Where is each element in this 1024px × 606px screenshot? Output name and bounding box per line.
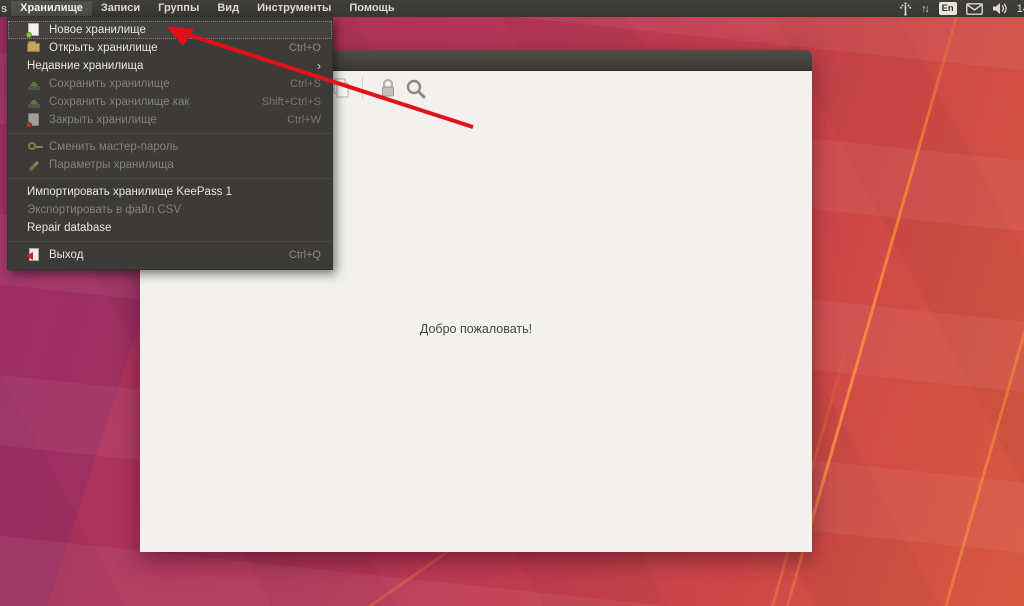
menubar-item-tools[interactable]: Инструменты xyxy=(248,1,340,16)
menu-item-repair-database[interactable]: Repair database xyxy=(8,219,332,237)
menu-separator xyxy=(9,178,331,179)
menubar-item-database[interactable]: Хранилище xyxy=(11,1,92,16)
network-icon[interactable] xyxy=(899,1,912,16)
new-database-icon xyxy=(26,23,41,38)
sync-arrows-icon[interactable]: ↑↓ xyxy=(921,3,930,15)
menu-item-recent-databases[interactable]: Недавние хранилища › xyxy=(8,57,332,75)
save-as-icon xyxy=(27,95,41,109)
menu-item-export-csv[interactable]: Экспортировать в файл CSV xyxy=(8,201,332,219)
menu-item-open-database[interactable]: Открыть хранилище Ctrl+O xyxy=(8,39,332,57)
menu-separator xyxy=(9,133,331,134)
top-panel: s Хранилище Записи Группы Вид Инструмент… xyxy=(0,0,1024,17)
menubar-overflow-text: s xyxy=(1,2,8,15)
menu-item-database-settings[interactable]: Параметры хранилища xyxy=(8,156,332,174)
clock: 14: xyxy=(1016,2,1024,15)
welcome-text: Добро пожаловать! xyxy=(419,321,533,336)
mail-icon[interactable] xyxy=(965,2,983,15)
menubar-item-groups[interactable]: Группы xyxy=(149,1,208,16)
menu-item-save-database-as[interactable]: Сохранить хранилище как Shift+Ctrl+S xyxy=(8,93,332,111)
copy-icon[interactable] xyxy=(330,77,352,99)
menu-item-new-database[interactable]: Новое хранилище xyxy=(8,21,332,39)
close-file-icon xyxy=(26,113,41,128)
submenu-chevron-icon: › xyxy=(317,59,321,73)
database-menu-dropdown: Новое хранилище Открыть хранилище Ctrl+O… xyxy=(7,17,333,270)
keyboard-layout-indicator[interactable]: En xyxy=(938,2,957,15)
menubar-item-help[interactable]: Помощь xyxy=(340,1,403,16)
menu-item-import-keepass1[interactable]: Импортировать хранилище KeePass 1 xyxy=(8,183,332,201)
key-icon xyxy=(27,140,43,154)
toolbar-separator xyxy=(362,77,363,99)
menu-item-quit[interactable]: Выход Ctrl+Q xyxy=(8,246,332,264)
pencil-icon xyxy=(27,158,41,172)
menu-item-close-database[interactable]: Закрыть хранилище Ctrl+W xyxy=(8,111,332,129)
system-tray: ↑↓ En 14: xyxy=(899,0,1024,17)
volume-icon[interactable] xyxy=(992,2,1008,15)
save-icon xyxy=(27,77,41,91)
menubar-item-entries[interactable]: Записи xyxy=(92,1,149,16)
menu-item-change-master-key[interactable]: Сменить мастер-пароль xyxy=(8,138,332,156)
menu-item-save-database[interactable]: Сохранить хранилище Ctrl+S xyxy=(8,75,332,93)
menubar-item-view[interactable]: Вид xyxy=(208,1,248,16)
open-folder-icon xyxy=(27,41,41,55)
menu-separator xyxy=(9,241,331,242)
exit-icon xyxy=(26,248,41,262)
search-icon[interactable] xyxy=(404,77,428,101)
lock-icon[interactable] xyxy=(378,77,398,99)
